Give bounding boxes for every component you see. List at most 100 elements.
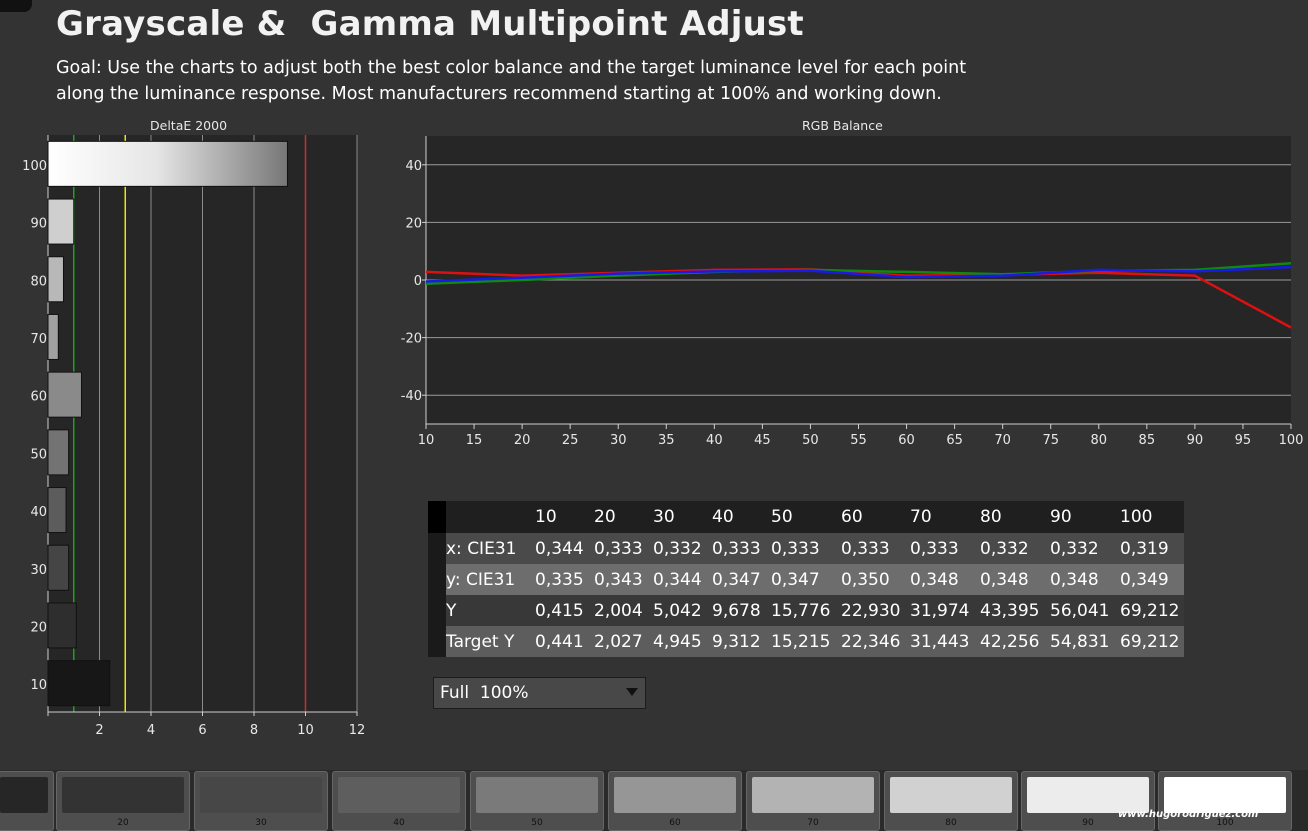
- column-header: 90: [1050, 501, 1120, 533]
- rgb-x-tick-label: 45: [754, 433, 771, 448]
- rgb-y-tick-label: -40: [401, 389, 422, 404]
- table-cell: 0,333: [712, 533, 771, 564]
- table-cell: 4,945: [653, 626, 712, 657]
- patch-tile[interactable]: 30: [194, 771, 328, 831]
- table-cell: 0,348: [980, 564, 1050, 595]
- patch-swatch: [62, 777, 184, 813]
- table-cell: 0,335: [535, 564, 594, 595]
- patch-tile[interactable]: 20: [56, 771, 190, 831]
- table-cell: 0,348: [1050, 564, 1120, 595]
- deltae-category-label: 20: [30, 620, 47, 635]
- column-header: 70: [910, 501, 980, 533]
- deltae-category-label: 70: [30, 332, 47, 347]
- deltae-bar: [47, 140, 288, 187]
- measurement-table: 10 20 30 40 50 60 70 80 90 100 x: CIE31 …: [428, 501, 1184, 657]
- watermark: www.hugorodriguez.com: [1118, 809, 1259, 820]
- window-corner: [0, 0, 32, 12]
- table-cell: 0,332: [1050, 533, 1120, 564]
- table-cell: 15,215: [771, 626, 841, 657]
- table-cell: 2,004: [594, 595, 653, 626]
- rgb-x-tick-label: 35: [658, 433, 675, 448]
- rgb-x-tick-label: 15: [466, 433, 483, 448]
- table-cell: 0,347: [771, 564, 841, 595]
- rgb-x-tick-label: 95: [1235, 433, 1252, 448]
- column-header: 80: [980, 501, 1050, 533]
- patch-swatch: [890, 777, 1012, 813]
- column-header: 60: [841, 501, 910, 533]
- patch-tile[interactable]: 80: [884, 771, 1018, 831]
- deltae-bar: [47, 602, 77, 649]
- table-cell: 0,333: [771, 533, 841, 564]
- table-cell: 0,415: [535, 595, 594, 626]
- deltae-bar: [47, 198, 75, 245]
- page-title: Grayscale & Gamma Multipoint Adjust: [56, 4, 804, 44]
- rgb-x-tick-label: 65: [946, 433, 963, 448]
- goal-line-2: along the luminance response. Most manuf…: [56, 84, 942, 104]
- patch-swatch: [1027, 777, 1149, 813]
- table-cell: 0,347: [712, 564, 771, 595]
- patch-tile[interactable]: 60: [608, 771, 742, 831]
- patch-tile[interactable]: 70: [746, 771, 880, 831]
- deltae-bar: [47, 429, 70, 476]
- column-header: 50: [771, 501, 841, 533]
- table-cell: 0,333: [841, 533, 910, 564]
- column-header: 10: [535, 501, 594, 533]
- rgb-x-tick-label: 100: [1279, 433, 1304, 448]
- deltae-category-label: 100: [22, 159, 47, 174]
- table-cell: 0,319: [1120, 533, 1184, 564]
- table-row-y-cie31: y: CIE31 0,335 0,343 0,344 0,347 0,347 0…: [428, 564, 1184, 595]
- deltae-bar: [47, 313, 59, 360]
- deltae-x-tick-label: 8: [250, 723, 258, 738]
- rgb-x-tick-label: 70: [994, 433, 1011, 448]
- patch-swatch: [0, 777, 48, 813]
- deltae-bar: [47, 256, 64, 303]
- rgb-x-tick-label: 50: [802, 433, 819, 448]
- deltae-category-label: 60: [30, 390, 47, 405]
- rgb-x-tick-label: 75: [1042, 433, 1059, 448]
- goal-text: Goal: Use the charts to adjust both the …: [56, 55, 1016, 107]
- deltae-category-label: 90: [30, 217, 47, 232]
- table-cell: 0,441: [535, 626, 594, 657]
- column-header: 40: [712, 501, 771, 533]
- rgb-x-tick-label: 30: [610, 433, 627, 448]
- table-cell: 43,395: [980, 595, 1050, 626]
- deltae-x-tick-label: 4: [147, 723, 155, 738]
- table-cell: 22,346: [841, 626, 910, 657]
- deltae-x-tick-label: 2: [95, 723, 103, 738]
- table-row-x-cie31: x: CIE31 0,344 0,333 0,332 0,333 0,333 0…: [428, 533, 1184, 564]
- row-stub: [428, 595, 446, 626]
- deltae-bar: [47, 371, 82, 418]
- table-cell: 69,212: [1120, 626, 1184, 657]
- patch-label: 50: [531, 818, 543, 828]
- patch-label: 60: [669, 818, 681, 828]
- column-header: 20: [594, 501, 653, 533]
- rgb-y-tick-label: 20: [405, 216, 422, 231]
- patch-tile[interactable]: 100: [1158, 771, 1292, 831]
- table-cell: 0,333: [594, 533, 653, 564]
- rgb-y-tick-label: -20: [401, 332, 422, 347]
- rgb-balance-chart: 40 20 0 -20 -40 10 15 20 25 30 35 40 45 50 55 60 65 70 75 8…: [401, 136, 1304, 448]
- rgb-x-tick-label: 40: [706, 433, 723, 448]
- patch-tile[interactable]: [0, 771, 54, 831]
- header-stub: [428, 501, 446, 533]
- pattern-level-dropdown[interactable]: Full 100%: [433, 677, 646, 709]
- deltae-bar: [47, 544, 70, 591]
- table-cell: 9,312: [712, 626, 771, 657]
- deltae-category-label: 80: [30, 274, 47, 289]
- rgb-x-tick-label: 25: [562, 433, 579, 448]
- table-cell: 69,212: [1120, 595, 1184, 626]
- column-header: 100: [1120, 501, 1184, 533]
- row-stub: [428, 626, 446, 657]
- table-cell: 22,930: [841, 595, 910, 626]
- row-stub: [428, 564, 446, 595]
- table-header-row: 10 20 30 40 50 60 70 80 90 100: [428, 501, 1184, 533]
- patch-tile[interactable]: 40: [332, 771, 466, 831]
- deltae-category-label: 10: [30, 678, 47, 693]
- patch-label: 20: [117, 818, 129, 828]
- patch-tile[interactable]: 90: [1021, 771, 1155, 831]
- table-cell: 0,343: [594, 564, 653, 595]
- rgb-x-tick-label: 60: [898, 433, 915, 448]
- patch-tile[interactable]: 50: [470, 771, 604, 831]
- table-cell: 0,333: [910, 533, 980, 564]
- row-stub: [428, 533, 446, 564]
